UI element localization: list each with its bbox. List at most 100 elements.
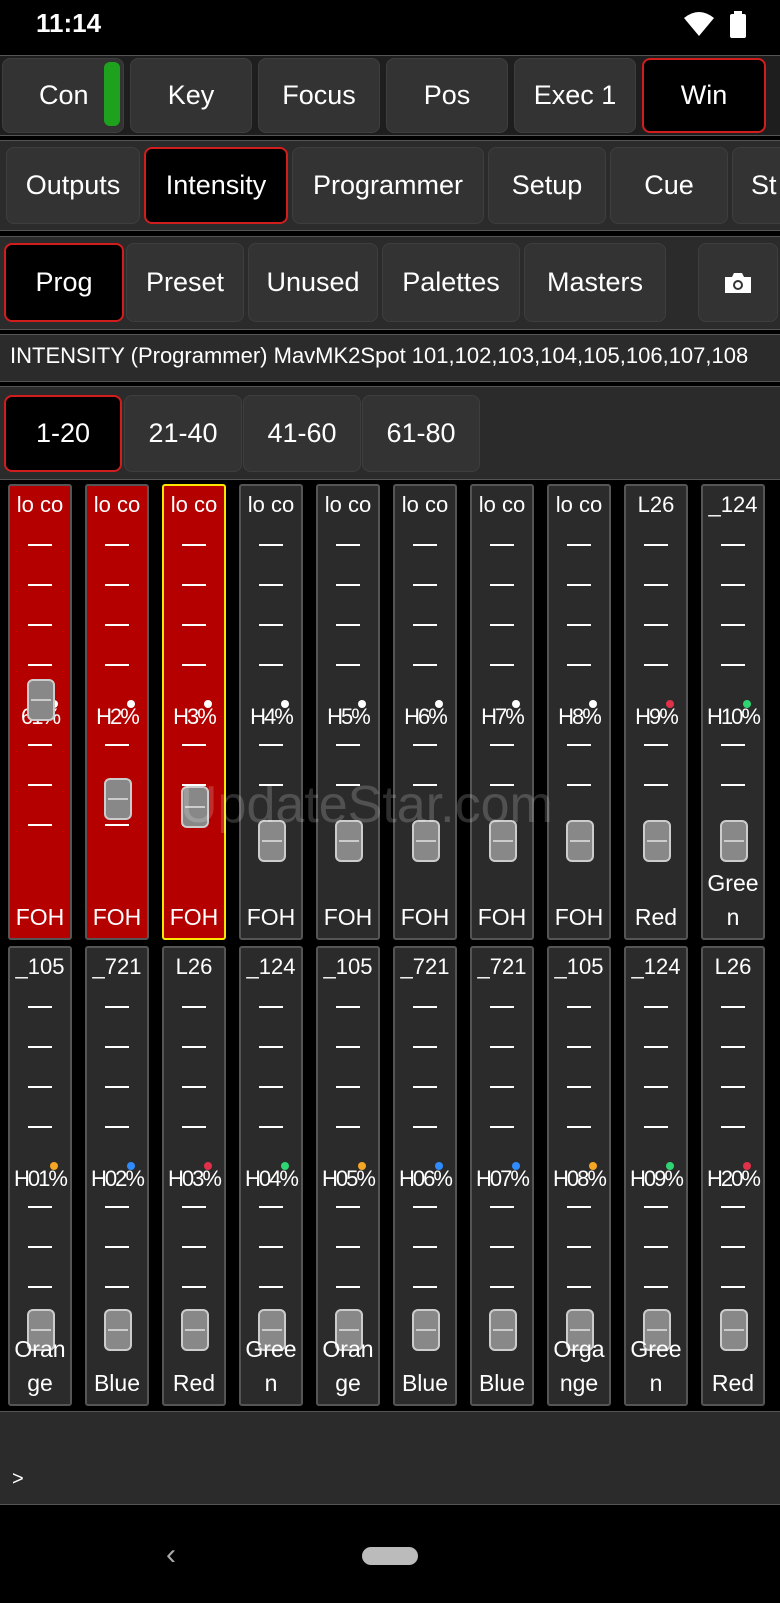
camera-button[interactable] <box>698 243 778 322</box>
color-dot-icon <box>127 700 135 708</box>
fader-tick <box>182 1126 206 1128</box>
fader-value: H4% <box>250 704 294 729</box>
wifi-icon <box>684 12 714 36</box>
fader-tick <box>721 1006 745 1008</box>
fader-tick <box>567 664 591 666</box>
page-41-60[interactable]: 41-60 <box>243 395 361 472</box>
fader-fixture-label: lo co <box>555 492 603 517</box>
fader-group-label: Gree n <box>245 1336 297 1396</box>
color-dot-icon <box>204 1162 212 1170</box>
fader-group-label: FOH <box>323 904 373 930</box>
fader-handle[interactable] <box>489 1309 517 1351</box>
tab-key[interactable]: Key <box>130 58 252 133</box>
fader-fixture-label: L26 <box>714 954 752 979</box>
tab-preset[interactable]: Preset <box>126 243 244 322</box>
tab-prog[interactable]: Prog <box>4 243 124 322</box>
fader-tick <box>336 544 360 546</box>
fader-tick <box>259 1246 283 1248</box>
camera-icon <box>725 272 751 293</box>
tab-programmer[interactable]: Programmer <box>292 147 484 224</box>
fader-tick <box>182 664 206 666</box>
fader-group-label: Red <box>172 1370 216 1396</box>
fader-top-5[interactable]: lo co H5% FOH <box>316 484 380 940</box>
fader-group-label: FOH <box>246 904 296 930</box>
fader-handle[interactable] <box>720 820 748 862</box>
fader-handle[interactable] <box>566 820 594 862</box>
fader-fixture-label: _124 <box>708 492 758 517</box>
battery-icon <box>730 14 746 38</box>
fader-bottom-7[interactable]: _721 H07% Blue <box>470 946 534 1406</box>
fader-bottom-1[interactable]: _105 H01% Oran ge <box>8 946 72 1406</box>
back-icon[interactable]: ‹ <box>166 1538 176 1572</box>
page-21-40[interactable]: 21-40 <box>124 395 242 472</box>
fader-value: H01% <box>14 1166 68 1191</box>
fader-top-10[interactable]: _124 H10% Gree n <box>701 484 765 940</box>
tab-intensity[interactable]: Intensity <box>144 147 288 224</box>
tab-focus[interactable]: Focus <box>258 58 380 133</box>
fader-tick <box>105 1086 129 1088</box>
fader-bottom-8[interactable]: _105 H08% Orga nge <box>547 946 611 1406</box>
fader-tick <box>644 544 668 546</box>
fader-bottom-2[interactable]: _721 H02% Blue <box>85 946 149 1406</box>
fader-top-7[interactable]: lo co H7% FOH <box>470 484 534 940</box>
fader-handle[interactable] <box>27 679 55 721</box>
page-1-20[interactable]: 1-20 <box>4 395 122 472</box>
fader-tick <box>28 624 52 626</box>
fader-tick <box>105 824 129 826</box>
fader-bottom-5[interactable]: _105 H05% Oran ge <box>316 946 380 1406</box>
fader-bottom-9[interactable]: _124 H09% Gree n <box>624 946 688 1406</box>
fader-group-label: Gree n <box>630 1336 682 1396</box>
fader-group-label: Blue <box>401 1370 449 1396</box>
fader-tick <box>336 744 360 746</box>
fader-group-label: Blue <box>478 1370 526 1396</box>
tab-pos[interactable]: Pos <box>386 58 508 133</box>
fader-handle[interactable] <box>104 778 132 820</box>
fader-bottom-10[interactable]: L26 H20% Red <box>701 946 765 1406</box>
fader-handle[interactable] <box>104 1309 132 1351</box>
fader-tick <box>413 1206 437 1208</box>
fader-top-4[interactable]: lo co H4% FOH <box>239 484 303 940</box>
fader-top-2[interactable]: lo co H2% FOH <box>85 484 149 940</box>
fader-bottom-4[interactable]: _124 H04% Gree n <box>239 946 303 1406</box>
fader-tick <box>182 1006 206 1008</box>
fader-top-6[interactable]: lo co H6% FOH <box>393 484 457 940</box>
tab-exec-1[interactable]: Exec 1 <box>514 58 636 133</box>
tab-outputs[interactable]: Outputs <box>6 147 140 224</box>
fader-tick <box>259 1046 283 1048</box>
fader-fixture-label: _124 <box>246 954 296 979</box>
fader-tick <box>644 744 668 746</box>
fader-handle[interactable] <box>643 820 671 862</box>
fader-top-8[interactable]: lo co H8% FOH <box>547 484 611 940</box>
command-line[interactable]: > <box>0 1411 780 1505</box>
tab-masters[interactable]: Masters <box>524 243 666 322</box>
fader-fixture-label: _721 <box>477 954 527 979</box>
page-61-80[interactable]: 61-80 <box>362 395 480 472</box>
fader-tick <box>644 1286 668 1288</box>
color-dot-icon <box>281 1162 289 1170</box>
fader-handle[interactable] <box>412 1309 440 1351</box>
fader-bottom-3[interactable]: L26 H03% Red <box>162 946 226 1406</box>
fader-tick <box>644 584 668 586</box>
color-dot-icon <box>127 1162 135 1170</box>
fader-tick <box>28 1086 52 1088</box>
home-handle[interactable] <box>362 1547 418 1565</box>
fader-top-1[interactable]: lo co61%FOH <box>8 484 72 940</box>
tab-unused[interactable]: Unused <box>248 243 378 322</box>
tab-win[interactable]: Win <box>642 58 766 133</box>
tab-st[interactable]: St <box>732 147 780 224</box>
fader-value: H06% <box>399 1166 453 1191</box>
fader-tick <box>490 544 514 546</box>
fader-tick <box>105 624 129 626</box>
tab-setup[interactable]: Setup <box>488 147 606 224</box>
tab-cue[interactable]: Cue <box>610 147 728 224</box>
fader-top-3[interactable]: lo co H3% FOH <box>162 484 226 940</box>
fader-top-9[interactable]: L26 H9% Red <box>624 484 688 940</box>
fader-handle[interactable] <box>720 1309 748 1351</box>
fader-bottom-6[interactable]: _721 H06% Blue <box>393 946 457 1406</box>
fader-tick <box>336 1126 360 1128</box>
fader-tick <box>567 584 591 586</box>
command-prompt: > <box>12 1468 24 1490</box>
fader-handle[interactable] <box>181 1309 209 1351</box>
tab-palettes[interactable]: Palettes <box>382 243 520 322</box>
color-dot-icon <box>743 700 751 708</box>
